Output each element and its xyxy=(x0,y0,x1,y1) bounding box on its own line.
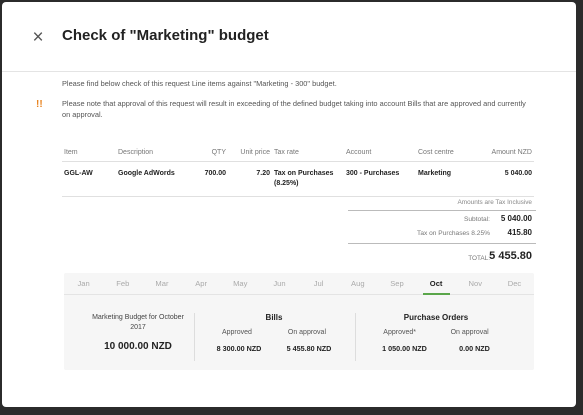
tab-nov[interactable]: Nov xyxy=(456,273,495,294)
cell-description: Google AdWords xyxy=(116,161,200,197)
tab-mar[interactable]: Mar xyxy=(142,273,181,294)
table-row: GGL-AW Google AdWords 700.00 7.20 Tax on… xyxy=(62,161,534,197)
table-header-row: Item Description QTY Unit price Tax rate… xyxy=(62,146,534,162)
tax-value: 415.80 xyxy=(507,228,532,237)
totals-divider xyxy=(348,210,536,211)
column-header: Amount NZD xyxy=(472,146,534,162)
cell-amount: 5 040.00 xyxy=(472,161,534,197)
cell-qty: 700.00 xyxy=(200,161,228,197)
tax-label: Tax on Purchases 8.25% xyxy=(417,230,490,237)
month-tabs: Jan Feb Mar Apr May Jun Jul Aug Sep Oct … xyxy=(64,273,534,295)
bills-on-approval-label: On approval xyxy=(287,329,327,336)
column-header: Account xyxy=(344,146,416,162)
dialog-title: Check of "Marketing" budget xyxy=(62,27,269,44)
column-header: Tax rate xyxy=(272,146,344,162)
tab-jul[interactable]: Jul xyxy=(299,273,338,294)
budget-summary: Marketing Budget for October 2017 10 000… xyxy=(88,313,188,352)
intro-text: Please find below check of this request … xyxy=(62,79,337,88)
tab-feb[interactable]: Feb xyxy=(103,273,142,294)
cell-tax-rate: Tax on Purchases (8.25%) xyxy=(272,161,344,197)
column-header: Item xyxy=(62,146,116,162)
section-divider xyxy=(355,313,356,361)
bills-approved-value: 8 300.00 NZD xyxy=(216,344,262,353)
po-approved-value: 1 050.00 NZD xyxy=(382,344,427,353)
bills-title: Bills xyxy=(265,313,283,322)
tab-aug[interactable]: Aug xyxy=(338,273,377,294)
close-icon[interactable]: × xyxy=(28,28,48,48)
totals-divider xyxy=(348,243,536,244)
cell-item: GGL-AW xyxy=(62,161,116,197)
cell-account: 300 - Purchases xyxy=(344,161,416,197)
po-on-approval-label: On approval xyxy=(450,329,489,336)
column-header: Description xyxy=(116,146,200,162)
dialog-header: × Check of "Marketing" budget xyxy=(2,2,576,72)
column-header: Cost centre xyxy=(416,146,472,162)
po-on-approval-value: 0.00 NZD xyxy=(459,344,490,353)
po-approved-label: Approved* xyxy=(383,329,416,336)
warning-text: Please note that approval of this reques… xyxy=(62,99,526,119)
tab-jan[interactable]: Jan xyxy=(64,273,103,294)
section-divider xyxy=(194,313,195,361)
total-value: 5 455.80 xyxy=(489,250,532,262)
column-header: QTY xyxy=(200,146,228,162)
subtotal-label: Subtotal: xyxy=(463,216,490,223)
bills-section: Bills Approved On approval 8 300.00 NZD … xyxy=(204,313,344,353)
bills-on-approval-value: 5 455.80 NZD xyxy=(286,344,332,353)
tab-oct[interactable]: Oct xyxy=(417,273,456,295)
tab-jun[interactable]: Jun xyxy=(260,273,299,294)
cell-cost-centre: Marketing xyxy=(416,161,472,197)
line-items-table: Item Description QTY Unit price Tax rate… xyxy=(62,146,534,197)
column-header: Unit price xyxy=(228,146,272,162)
budget-panel: Jan Feb Mar Apr May Jun Jul Aug Sep Oct … xyxy=(64,273,534,370)
subtotal-value: 5 040.00 xyxy=(500,214,532,223)
budget-label: Marketing Budget for October 2017 xyxy=(92,314,184,331)
budget-check-dialog: × Check of "Marketing" budget Please fin… xyxy=(2,2,576,407)
cell-unit-price: 7.20 xyxy=(228,161,272,197)
purchase-orders-title: Purchase Orders xyxy=(403,313,469,322)
warning-icon: !! xyxy=(36,99,43,110)
tab-dec[interactable]: Dec xyxy=(495,273,534,294)
bills-approved-label: Approved xyxy=(221,329,252,336)
tab-apr[interactable]: Apr xyxy=(182,273,221,294)
tab-may[interactable]: May xyxy=(221,273,260,294)
tax-inclusive-note: Amounts are Tax Inclusive xyxy=(457,199,532,206)
purchase-orders-section: Purchase Orders Approved* On approval 1 … xyxy=(366,313,506,353)
total-label: TOTAL: xyxy=(468,255,490,262)
budget-value: 10 000.00 NZD xyxy=(104,341,172,352)
tab-sep[interactable]: Sep xyxy=(377,273,416,294)
